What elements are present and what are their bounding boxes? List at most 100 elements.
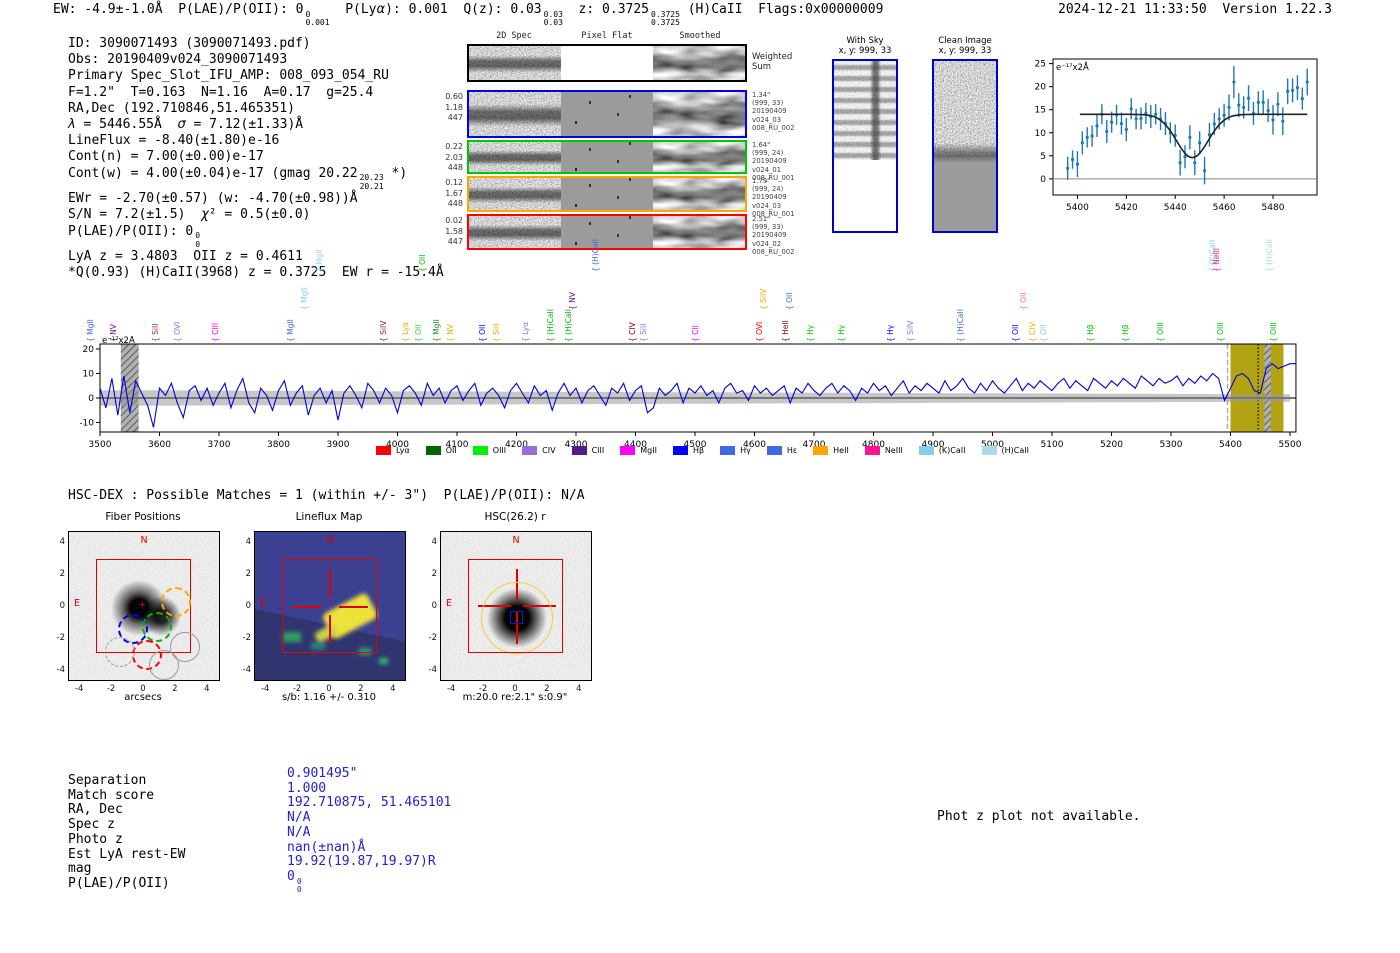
match-row-label: Photo z — [68, 831, 123, 847]
svg-text:25: 25 — [1035, 60, 1046, 70]
cutout-ytick: 4 — [431, 537, 437, 548]
spec2d-row-0 — [467, 44, 747, 82]
hscdex-header: HSC-DEX : Possible Matches = 1 (within +… — [68, 488, 585, 503]
legend-item-Lyα: Lyα — [376, 446, 410, 455]
crosshair-bottom — [329, 615, 331, 644]
cutout-ytick: 4 — [245, 537, 251, 548]
cutout-ytick: -4 — [56, 664, 65, 675]
svg-text:5440: 5440 — [1164, 203, 1187, 213]
withsky-title: With Sky x, y: 999, 33 — [832, 36, 898, 56]
line-label-OII: { OII — [1019, 292, 1029, 310]
full-spectrum-chart: 3500 3600 3700 3800 3900 4000 4100 4200 4300 4400… — [80, 336, 1302, 450]
legend-item-CIII: CIII — [571, 446, 604, 455]
hsc-cutout-panel: N E — [440, 531, 592, 681]
legend-swatch — [918, 446, 934, 455]
match-row-value: nan(±nan)Å — [287, 839, 366, 855]
crosshair-top — [329, 569, 331, 598]
legend-item-(H)CaII: (H)CaII — [981, 446, 1029, 455]
cell-smoothed — [653, 142, 745, 172]
match-row-value: N/A — [287, 824, 311, 840]
cutout-ytick: 2 — [245, 569, 251, 580]
svg-text:0: 0 — [1040, 175, 1046, 185]
cell-smoothed — [653, 216, 745, 248]
svg-text:e⁻¹⁷x2Å: e⁻¹⁷x2Å — [102, 336, 135, 346]
info-line-12: P(LAE)/P(OII): 000 — [68, 223, 201, 249]
row-right-labels: 2.51" (999, 33) 20190409 v024_02 008_RU_002 — [752, 215, 795, 256]
legend-item-(K)CaII: (K)CaII — [918, 446, 966, 455]
cell-2dspec — [469, 46, 561, 80]
cutout-ytick: -2 — [56, 632, 65, 643]
cell-pixelflat — [561, 46, 653, 80]
info-line-9: Cont(w) = 4.00(±0.04)e-17 (gmag 20.22 20.… — [68, 165, 408, 191]
line-label-OII: { OII — [784, 292, 794, 310]
legend-swatch — [813, 446, 829, 455]
datetime-text: 2024-12-21 11:33:50 — [1058, 2, 1207, 17]
line-label-MgII: { MgII — [314, 249, 324, 272]
match-row-label: P(LAE)/P(OII) — [68, 875, 170, 891]
legend-item-NeIII: NeIII — [864, 446, 903, 455]
match-row-label: Spec z — [68, 817, 115, 833]
legend-swatch — [981, 446, 997, 455]
fiber-circle-orange — [161, 587, 191, 617]
cell-2dspec — [469, 142, 561, 172]
info-line-6: λ = 5446.55Å σ = 7.12(±1.33)Å — [68, 117, 304, 133]
cell-smoothed — [653, 46, 745, 80]
match-row-label: Match score — [68, 787, 155, 803]
col-header-2dspec: 2D Spec — [496, 31, 532, 41]
withsky-coords: x, y: 999, 33 — [838, 46, 892, 56]
line-label-(H)CaII: { (H)CaII — [1265, 239, 1275, 272]
cutout-ytick: -2 — [242, 632, 251, 643]
legend-item-CIV: CIV — [522, 446, 556, 455]
cell-pixelflat — [561, 178, 653, 210]
lineflux-map-panel: N E — [254, 531, 406, 681]
legend-swatch — [472, 446, 488, 455]
cell-2dspec — [469, 178, 561, 210]
legend-item-Hε: Hε — [766, 446, 797, 455]
fiber-circle-gray-1 — [105, 637, 135, 667]
cutout-ytick: -2 — [428, 632, 437, 643]
legend-item-OIII: OIII — [472, 446, 506, 455]
lineflux-blob-teal-4 — [379, 658, 388, 664]
match-table-labels: Separation Match score RA, Dec Spec z Photo … — [68, 773, 185, 892]
info-line-13: LyA z = 3.4803 OII z = 0.4611 — [68, 249, 303, 265]
clean-coords: x, y: 999, 33 — [938, 46, 992, 56]
extraction-box — [468, 559, 563, 653]
cutout-ytick: 4 — [59, 537, 65, 548]
line-label-MgII: { MgII — [299, 287, 309, 310]
clean-image — [932, 59, 998, 233]
spec2d-row-3 — [467, 176, 747, 212]
info-line-14: *Q(0.93) (H)CaII(3968) z = 0.3725 EW r =… — [68, 265, 444, 281]
svg-text:-10: -10 — [80, 419, 94, 429]
legend-item-OII: OII — [425, 446, 457, 455]
line-label-NeIII: { NeIII — [1211, 247, 1221, 272]
cutout-title-hsc: HSC(26.2) r — [484, 511, 546, 523]
legend-item-Hγ: Hγ — [720, 446, 751, 455]
legend-swatch — [864, 446, 880, 455]
svg-text:20: 20 — [1035, 83, 1047, 93]
spectrum-legend: Lyα OII OIII CIV CIII MgII Hβ Hγ Hε HeII NeIII (K)C… — [80, 446, 1325, 455]
info-line-4: F=1.2" T=0.163 N=1.16 A=0.17 g=25.4 — [68, 84, 374, 100]
north-label: N — [512, 535, 520, 546]
col-header-smoothed: Smoothed — [679, 31, 721, 41]
fiber-circle-gray-3 — [149, 650, 179, 680]
line-label-OII: { OII — [417, 254, 427, 272]
line-fit-inset-chart: 5400 5420 5440 5460 5480 0 5 10 15 20 25 e⁻¹⁷x2Å — [1035, 58, 1318, 213]
svg-text:0: 0 — [88, 394, 94, 404]
legend-swatch — [766, 446, 782, 455]
info-line-7: LineFlux = -8.40(±1.80)e-16 — [68, 133, 280, 149]
row-right-labels: 1.34" (999, 33) 20190409 v024_03 008_RU_002 — [752, 91, 795, 132]
east-label: E — [446, 598, 453, 609]
svg-text:10: 10 — [1035, 129, 1047, 139]
cell-pixelflat — [561, 92, 653, 136]
match-row-value: N/A — [287, 810, 311, 826]
row-right-labels: Weighted Sum — [752, 52, 793, 72]
info-line-11: S/N = 7.2(±1.5) χ² = 0.5(±0.0) — [68, 207, 311, 223]
report-datetime: 2024-12-21 11:33:50 Version 1.22.3 — [1058, 2, 1332, 17]
legend-item-HeII: HeII — [813, 446, 849, 455]
cutout-ytick: 2 — [59, 569, 65, 580]
row-left-labels: 0.22 2.03 448 — [445, 142, 463, 172]
info-line-5: RA,Dec (192.710846,51.465351) — [68, 100, 295, 116]
elixer-report-page: EW: -4.9±-1.0Å P(LAE)/P(OII): 0 0 0.001 P(… — [0, 0, 1400, 953]
cutout-ytick: 0 — [431, 601, 437, 611]
cell-2dspec — [469, 92, 561, 136]
